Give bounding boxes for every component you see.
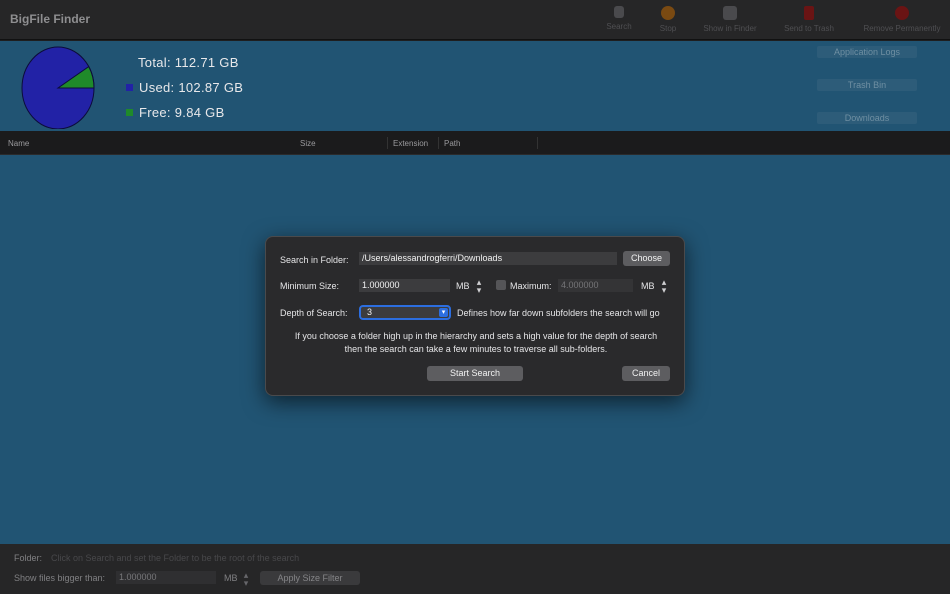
disk-usage-pie-chart [21, 46, 95, 129]
depth-of-search-select[interactable]: 3 ▾ [359, 305, 451, 320]
column-divider[interactable] [537, 137, 538, 149]
column-header-extension[interactable]: Extension [393, 139, 428, 149]
toolbar-stop-label: Stop [659, 24, 677, 33]
stop-icon [661, 6, 675, 20]
maximum-size-stepper[interactable]: ▴ ▾ [660, 278, 668, 295]
toolbar-stop-button[interactable]: Stop [633, 6, 703, 33]
size-filter-label: Show files bigger than: [14, 573, 106, 583]
total-size-label: Total: 112.71 GB [138, 55, 239, 70]
maximum-size-unit: MB [641, 281, 655, 291]
column-header-path[interactable]: Path [444, 139, 460, 149]
column-header-size[interactable]: Size [300, 139, 316, 149]
size-filter-stepper[interactable]: ▴ ▾ [242, 571, 250, 588]
stepper-down-icon[interactable]: ▾ [244, 578, 249, 588]
title-bar: BigFile Finder Search Stop Show in Finde… [0, 0, 950, 40]
downloads-button[interactable]: Downloads [817, 112, 917, 124]
minimum-size-field[interactable] [359, 279, 450, 292]
depth-of-search-value: 3 [367, 307, 373, 317]
minimum-size-unit: MB [456, 281, 470, 291]
toolbar-send-to-trash-label: Send to Trash [784, 24, 834, 33]
toolbar-show-in-finder-button[interactable]: Show in Finder [695, 6, 765, 33]
used-size-text: Used: 102.87 GB [139, 80, 244, 95]
start-search-button[interactable]: Start Search [427, 366, 523, 381]
toolbar-show-in-finder-label: Show in Finder [703, 24, 757, 33]
trash-icon [804, 6, 814, 20]
trash-bin-button[interactable]: Trash Bin [817, 79, 917, 91]
folder-label: Folder: [14, 553, 43, 563]
bottom-bar: Folder: Click on Search and set the Fold… [0, 544, 950, 594]
chevron-down-icon: ▾ [439, 308, 448, 317]
column-divider[interactable] [387, 137, 388, 149]
search-icon [614, 6, 624, 18]
search-dialog: Search in Folder: Choose Minimum Size: M… [265, 236, 685, 396]
stepper-down-icon[interactable]: ▾ [662, 285, 667, 295]
depth-of-search-description: Defines how far down subfolders the sear… [457, 308, 660, 318]
app-title: BigFile Finder [10, 12, 91, 26]
results-table-header: Name Size Extension Path [0, 131, 950, 155]
disk-summary-panel: Total: 112.71 GB Used: 102.87 GB Free: 9… [0, 41, 950, 131]
column-divider[interactable] [438, 137, 439, 149]
size-filter-field[interactable]: 1.000000 [116, 571, 216, 584]
choose-folder-button[interactable]: Choose [623, 251, 670, 266]
search-hint-line-1: If you choose a folder high up in the hi… [294, 331, 658, 341]
column-header-name[interactable]: Name [8, 139, 29, 149]
search-folder-label: Search in Folder: [280, 255, 349, 265]
search-folder-field[interactable] [359, 252, 617, 265]
finder-icon [723, 6, 737, 20]
search-hint-line-2: then the search can take a few minutes t… [344, 344, 608, 354]
size-filter-unit: MB [224, 573, 238, 583]
toolbar-remove-permanently-button[interactable]: Remove Permanently [862, 6, 942, 33]
cancel-button[interactable]: Cancel [622, 366, 670, 381]
used-legend-swatch [126, 84, 133, 91]
toolbar-send-to-trash-button[interactable]: Send to Trash [774, 6, 844, 33]
remove-icon [895, 6, 909, 20]
stepper-down-icon[interactable]: ▾ [477, 285, 482, 295]
used-size-label: Used: 102.87 GB [126, 80, 243, 95]
maximum-size-label: Maximum: [510, 281, 552, 291]
minimum-size-stepper[interactable]: ▴ ▾ [475, 278, 483, 295]
folder-hint: Click on Search and set the Folder to be… [51, 553, 300, 563]
depth-of-search-label: Depth of Search: [280, 308, 348, 318]
free-size-text: Free: 9.84 GB [139, 105, 225, 120]
free-size-label: Free: 9.84 GB [126, 105, 225, 120]
maximum-size-field[interactable] [558, 279, 633, 292]
maximum-size-checkbox[interactable] [496, 280, 506, 290]
application-logs-button[interactable]: Application Logs [817, 46, 917, 58]
apply-size-filter-button[interactable]: Apply Size Filter [260, 571, 360, 585]
toolbar-remove-permanently-label: Remove Permanently [863, 24, 941, 33]
minimum-size-label: Minimum Size: [280, 281, 340, 291]
free-legend-swatch [126, 109, 133, 116]
